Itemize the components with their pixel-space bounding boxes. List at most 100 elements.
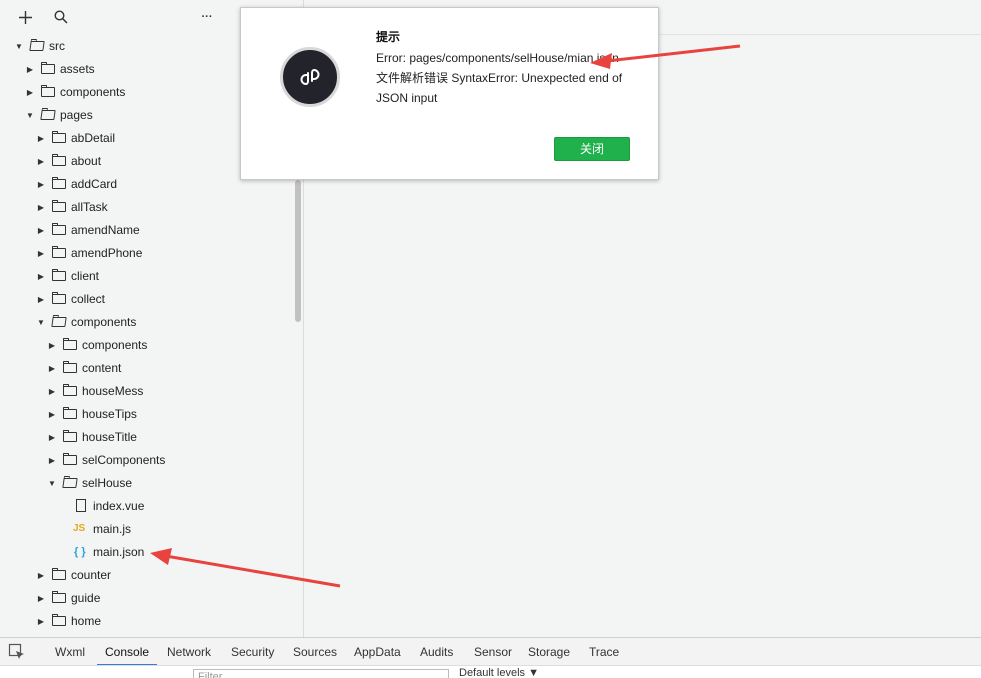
tree-item[interactable]: ▶ amendPhone [0, 242, 303, 265]
folder-icon [52, 568, 67, 581]
log-level-select[interactable]: Default levels ▼ [459, 667, 539, 678]
tree-item[interactable]: ▶ houseTitle [0, 426, 303, 449]
json-file-icon: { } [74, 546, 86, 558]
tab-storage[interactable]: Storage [528, 638, 570, 666]
caret-right-icon[interactable]: ▶ [36, 150, 46, 173]
caret-right-icon[interactable]: ▶ [47, 449, 57, 472]
folder-icon [52, 154, 67, 167]
tree-item-label: main.json [93, 545, 145, 559]
folder-icon [52, 131, 67, 144]
tab-sources[interactable]: Sources [293, 638, 337, 666]
tree-item-label: counter [71, 568, 112, 582]
folder-open-icon [29, 40, 45, 52]
caret-down-icon[interactable]: ▼ [14, 35, 24, 58]
folder-icon [63, 338, 78, 351]
tree-item-label: client [71, 269, 100, 283]
caret-right-icon[interactable]: ▶ [36, 610, 46, 633]
caret-right-icon[interactable]: ▶ [47, 334, 57, 357]
caret-right-icon[interactable]: ▶ [36, 265, 46, 288]
tree-item-label: abDetail [71, 131, 116, 145]
caret-right-icon[interactable]: ▶ [47, 380, 57, 403]
caret-right-icon[interactable]: ▶ [25, 58, 35, 81]
tree-item[interactable]: ▶ houseTips [0, 403, 303, 426]
caret-right-icon[interactable]: ▶ [36, 564, 46, 587]
tree-item[interactable]: ▶ guide [0, 587, 303, 610]
folder-icon [52, 269, 67, 282]
tree-item-label: about [71, 154, 102, 168]
caret-down-icon[interactable]: ▼ [25, 104, 35, 127]
tree-item[interactable]: ▶ selComponents [0, 449, 303, 472]
folder-icon [63, 384, 78, 397]
tree-item-label: addCard [71, 177, 118, 191]
caret-right-icon[interactable]: ▶ [47, 426, 57, 449]
tree-item[interactable]: ▼ components [0, 311, 303, 334]
tree-item-label: allTask [71, 200, 108, 214]
tab-sensor[interactable]: Sensor [474, 638, 512, 666]
caret-right-icon[interactable]: ▶ [36, 219, 46, 242]
caret-right-icon[interactable]: ▶ [36, 196, 46, 219]
caret-right-icon[interactable]: ▶ [36, 587, 46, 610]
tree-item-label: houseTitle [82, 430, 137, 444]
tab-appdata[interactable]: AppData [354, 638, 401, 666]
folder-icon [52, 292, 67, 305]
tab-network[interactable]: Network [167, 638, 211, 666]
tree-item-label: guide [71, 591, 101, 605]
caret-right-icon[interactable]: ▶ [36, 127, 46, 150]
error-dialog: 提示 Error: pages/components/selHouse/mian… [240, 7, 659, 180]
close-button[interactable]: 关闭 [554, 137, 630, 161]
tree-item-label: main.js [93, 522, 132, 536]
tab-audits[interactable]: Audits [420, 638, 453, 666]
search-icon[interactable] [53, 9, 69, 25]
tab-security[interactable]: Security [231, 638, 274, 666]
caret-right-icon[interactable]: ▶ [25, 81, 35, 104]
caret-right-icon[interactable]: ▶ [36, 173, 46, 196]
tree-item-label: collect [71, 292, 106, 306]
folder-icon [52, 591, 67, 604]
tree-item-label: houseTips [82, 407, 137, 421]
folder-icon [63, 407, 78, 420]
tree-item[interactable]: ▶ components [0, 334, 303, 357]
tree-item[interactable]: ▶ amendName [0, 219, 303, 242]
tree-item-label: houseMess [82, 384, 144, 398]
tree-item-label: content [82, 361, 122, 375]
folder-icon [52, 223, 67, 236]
dialog-message: Error: pages/components/selHouse/mian.js… [376, 51, 623, 105]
folder-open-icon [62, 477, 78, 489]
folder-icon [41, 85, 56, 98]
caret-right-icon[interactable]: ▶ [36, 242, 46, 265]
tab-console[interactable]: Console [96, 638, 158, 666]
tab-trace[interactable]: Trace [589, 638, 619, 666]
tree-item[interactable]: ▶ collect [0, 288, 303, 311]
folder-icon [63, 430, 78, 443]
file-icon [74, 499, 89, 512]
add-icon[interactable] [17, 9, 33, 25]
tree-item[interactable]: { } main.json [0, 541, 303, 564]
inspect-element-icon[interactable] [8, 643, 28, 661]
tree-item[interactable]: JS main.js [0, 518, 303, 541]
tab-wxml[interactable]: Wxml [55, 638, 85, 666]
tree-item[interactable]: ▶ counter [0, 564, 303, 587]
more-icon[interactable]: ··· [199, 9, 215, 25]
tree-item-label: selHouse [82, 476, 133, 490]
tree-item[interactable]: index.vue [0, 495, 303, 518]
folder-icon [41, 62, 56, 75]
folder-icon [63, 361, 78, 374]
tree-item-label: components [71, 315, 137, 329]
tree-item[interactable]: ▶ home [0, 610, 303, 633]
caret-right-icon[interactable]: ▶ [47, 403, 57, 426]
caret-down-icon[interactable]: ▼ [36, 311, 46, 334]
tree-item-label: index.vue [93, 499, 145, 513]
tree-item[interactable]: ▶ client [0, 265, 303, 288]
tree-item[interactable]: ▶ allTask [0, 196, 303, 219]
tree-item-label: home [71, 614, 102, 628]
tree-item[interactable]: ▶ houseMess [0, 380, 303, 403]
caret-right-icon[interactable]: ▶ [36, 288, 46, 311]
miniprogram-logo-icon [280, 47, 340, 107]
scrollbar-thumb[interactable] [295, 180, 301, 322]
devtools-tab-bar: Wxml Console Network Security Sources AppData… [0, 637, 981, 666]
caret-down-icon[interactable]: ▼ [47, 472, 57, 495]
tree-item[interactable]: ▼ selHouse [0, 472, 303, 495]
tree-item-label: src [49, 39, 65, 53]
caret-right-icon[interactable]: ▶ [47, 357, 57, 380]
tree-item[interactable]: ▶ content [0, 357, 303, 380]
